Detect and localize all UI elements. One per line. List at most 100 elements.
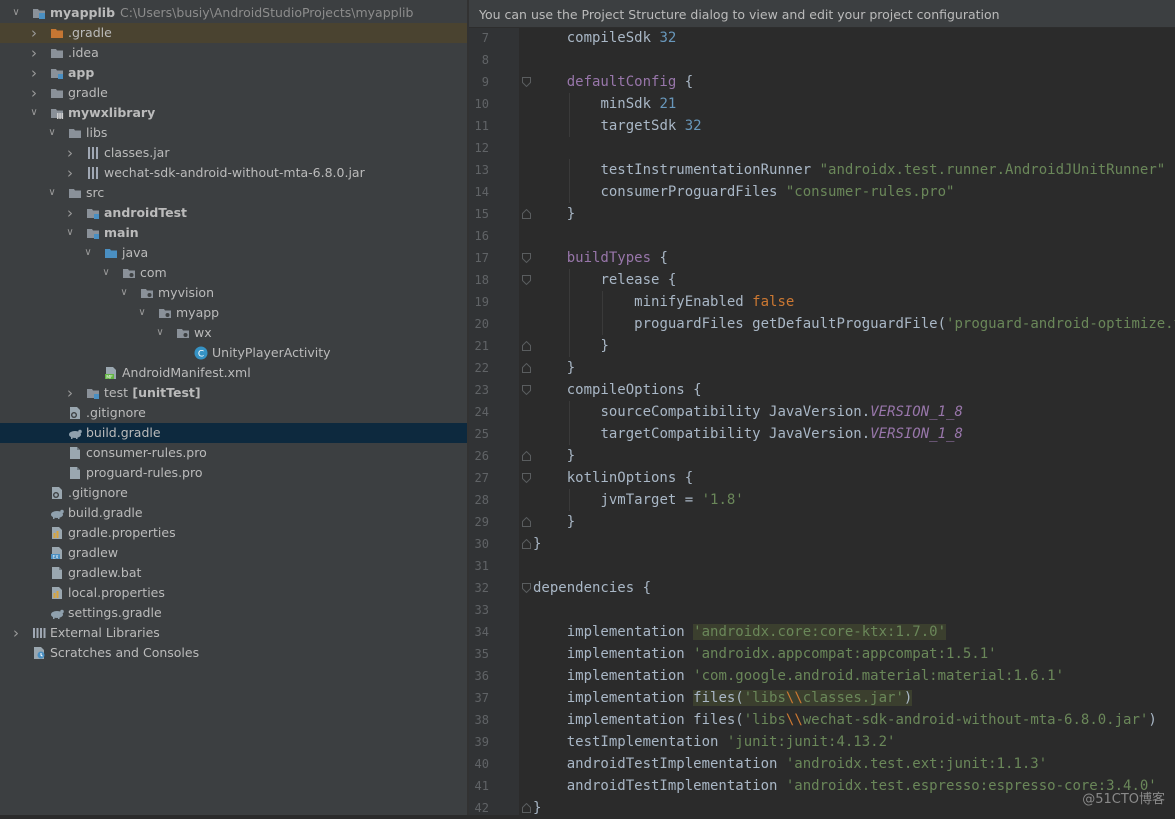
tree-item-wx[interactable]: ∨ wx <box>0 323 467 343</box>
tree-item-build-gradle[interactable]: build.gradle <box>0 503 467 523</box>
code-line[interactable]: } <box>567 357 575 379</box>
code-line[interactable]: } <box>567 445 575 467</box>
tree-item-gradle-properties[interactable]: gradle.properties <box>0 523 467 543</box>
project-structure-banner[interactable]: You can use the Project Structure dialog… <box>469 0 1175 28</box>
code-line[interactable]: } <box>567 203 575 225</box>
tree-item-external-libraries[interactable]: › External Libraries <box>0 623 467 643</box>
fold-close-icon[interactable] <box>522 341 531 351</box>
tree-item-androidmanifest-xml[interactable]: MF AndroidManifest.xml <box>0 363 467 383</box>
code-line[interactable]: sourceCompatibility JavaVersion.VERSION_… <box>600 401 962 423</box>
code-line[interactable]: defaultConfig { <box>567 71 693 93</box>
code-line[interactable]: compileSdk 32 <box>567 28 677 49</box>
fold-open-icon[interactable] <box>522 275 531 285</box>
code-line[interactable]: } <box>533 797 541 815</box>
tree-item-build-gradle[interactable]: build.gradle <box>0 423 467 443</box>
code-line[interactable]: implementation files('libs\\classes.jar'… <box>567 687 913 709</box>
tree-item-local-properties[interactable]: local.properties <box>0 583 467 603</box>
chevron-right-icon[interactable]: › <box>64 203 76 223</box>
tree-item-proguard-rules-pro[interactable]: proguard-rules.pro <box>0 463 467 483</box>
code-line[interactable]: kotlinOptions { <box>567 467 693 489</box>
tree-item-gradle[interactable]: › .gradle <box>0 23 467 43</box>
tree-item-myapplib[interactable]: ∨ myapplib C:\Users\busiy\AndroidStudioPro… <box>0 3 467 23</box>
chevron-right-icon[interactable]: › <box>64 163 76 183</box>
tree-item-libs[interactable]: ∨ libs <box>0 123 467 143</box>
fold-close-icon[interactable] <box>522 517 531 527</box>
tree-item-idea[interactable]: › .idea <box>0 43 467 63</box>
fold-close-icon[interactable] <box>522 803 531 813</box>
code-editor[interactable]: compileSdk 32 defaultConfig {minSdk 21 tar… <box>533 28 1175 815</box>
chevron-down-icon[interactable]: ∨ <box>118 283 130 303</box>
code-line[interactable]: } <box>567 511 575 533</box>
tree-item-androidtest[interactable]: › androidTest <box>0 203 467 223</box>
tree-item-scratches-and-consoles[interactable]: Scratches and Consoles <box>0 643 467 663</box>
fold-open-icon[interactable] <box>522 583 531 593</box>
code-line[interactable]: androidTestImplementation 'androidx.test… <box>567 775 1157 797</box>
chevron-down-icon[interactable]: ∨ <box>28 103 40 123</box>
tree-item-settings-gradle[interactable]: settings.gradle <box>0 603 467 623</box>
tree-item-com[interactable]: ∨ com <box>0 263 467 283</box>
code-line[interactable]: minifyEnabled false <box>634 291 794 313</box>
fold-open-icon[interactable] <box>522 253 531 263</box>
tree-item-src[interactable]: ∨ src <box>0 183 467 203</box>
chevron-right-icon[interactable]: › <box>28 83 40 103</box>
fold-open-icon[interactable] <box>522 473 531 483</box>
tree-item-java[interactable]: ∨ java <box>0 243 467 263</box>
code-line[interactable]: jvmTarget = '1.8' <box>600 489 743 511</box>
chevron-right-icon[interactable]: › <box>28 43 40 63</box>
fold-close-icon[interactable] <box>522 451 531 461</box>
code-line[interactable]: dependencies { <box>533 577 651 599</box>
chevron-down-icon[interactable]: ∨ <box>10 3 22 23</box>
fold-open-icon[interactable] <box>522 77 531 87</box>
chevron-right-icon[interactable]: › <box>28 23 40 43</box>
project-tree[interactable]: ∨ myapplib C:\Users\busiy\AndroidStudioPro… <box>0 0 467 815</box>
tree-item-wechat-sdk-android-without-mta-6-8-0-jar[interactable]: › wechat-sdk-android-without-mta-6.8.0.ja… <box>0 163 467 183</box>
fold-close-icon[interactable] <box>522 209 531 219</box>
code-line[interactable]: release { <box>600 269 676 291</box>
fold-close-icon[interactable] <box>522 539 531 549</box>
tree-item-consumer-rules-pro[interactable]: consumer-rules.pro <box>0 443 467 463</box>
fold-open-icon[interactable] <box>522 385 531 395</box>
code-line[interactable]: testInstrumentationRunner "androidx.test… <box>600 159 1165 181</box>
fold-close-icon[interactable] <box>522 363 531 373</box>
tree-item-myvision[interactable]: ∨ myvision <box>0 283 467 303</box>
tree-item-mywxlibrary[interactable]: ∨ mywxlibrary <box>0 103 467 123</box>
tree-item-unityplayeractivity[interactable]: C UnityPlayerActivity <box>0 343 467 363</box>
code-line[interactable]: implementation 'com.google.android.mater… <box>567 665 1064 687</box>
tree-item-classes-jar[interactable]: › classes.jar <box>0 143 467 163</box>
code-token: testInstrumentationRunner <box>600 162 820 178</box>
chevron-down-icon[interactable]: ∨ <box>136 303 148 323</box>
tree-item-myapp[interactable]: ∨ myapp <box>0 303 467 323</box>
tree-item-main[interactable]: ∨ main <box>0 223 467 243</box>
code-line[interactable]: } <box>600 335 608 357</box>
tree-item-test[interactable]: › test [unitTest] <box>0 383 467 403</box>
chevron-right-icon[interactable]: › <box>10 623 22 643</box>
chevron-down-icon[interactable]: ∨ <box>64 223 76 243</box>
chevron-down-icon[interactable]: ∨ <box>46 123 58 143</box>
chevron-down-icon[interactable]: ∨ <box>154 323 166 343</box>
chevron-down-icon[interactable]: ∨ <box>100 263 112 283</box>
chevron-right-icon[interactable]: › <box>64 383 76 403</box>
tree-item-gradlew[interactable]: EX gradlew <box>0 543 467 563</box>
code-line[interactable]: consumerProguardFiles "consumer-rules.pr… <box>600 181 954 203</box>
tree-item-gradle[interactable]: › gradle <box>0 83 467 103</box>
code-line[interactable]: buildTypes { <box>567 247 668 269</box>
chevron-down-icon[interactable]: ∨ <box>82 243 94 263</box>
chevron-right-icon[interactable]: › <box>28 63 40 83</box>
code-line[interactable]: implementation 'androidx.core:core-ktx:1… <box>567 621 947 643</box>
code-line[interactable]: minSdk 21 <box>600 93 676 115</box>
code-line[interactable]: androidTestImplementation 'androidx.test… <box>567 753 1047 775</box>
tree-item-gradlew-bat[interactable]: gradlew.bat <box>0 563 467 583</box>
tree-item-app[interactable]: › app <box>0 63 467 83</box>
code-line[interactable]: targetCompatibility JavaVersion.VERSION_… <box>600 423 962 445</box>
tree-item-gitignore[interactable]: .gitignore <box>0 483 467 503</box>
code-line[interactable]: compileOptions { <box>567 379 702 401</box>
code-line[interactable]: implementation files('libs\\wechat-sdk-a… <box>567 709 1157 731</box>
code-line[interactable]: targetSdk 32 <box>600 115 701 137</box>
code-line[interactable]: } <box>533 533 541 555</box>
code-line[interactable]: implementation 'androidx.appcompat:appco… <box>567 643 997 665</box>
tree-item-gitignore[interactable]: .gitignore <box>0 403 467 423</box>
code-line[interactable]: testImplementation 'junit:junit:4.13.2' <box>567 731 896 753</box>
chevron-down-icon[interactable]: ∨ <box>46 183 58 203</box>
code-line[interactable]: proguardFiles getDefaultProguardFile('pr… <box>634 313 1175 335</box>
chevron-right-icon[interactable]: › <box>64 143 76 163</box>
